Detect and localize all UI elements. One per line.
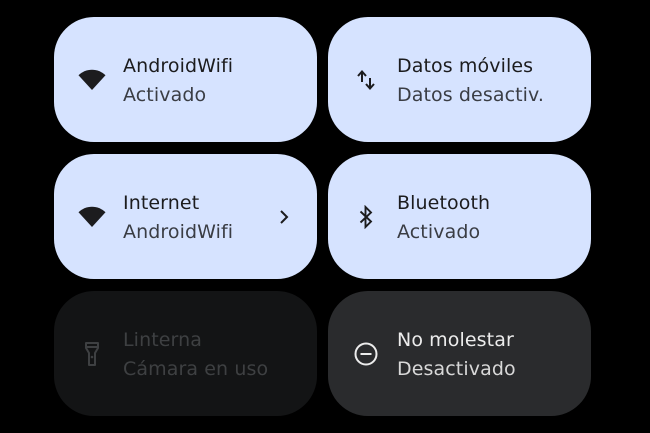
- do-not-disturb-tile-title: No molestar: [397, 329, 514, 351]
- wifi-icon: [78, 66, 106, 94]
- flashlight-tile-subtitle: Cámara en uso: [123, 358, 269, 380]
- bluetooth-tile-subtitle: Activado: [397, 221, 481, 243]
- flashlight-tile-text: Linterna Cámara en uso: [123, 327, 268, 382]
- do-not-disturb-tile-subtitle: Desactivado: [397, 358, 516, 380]
- mobile-data-tile-text: Datos móviles Datos desactiv.: [397, 53, 544, 108]
- quick-settings-grid: AndroidWifi Activado Datos móviles Datos…: [54, 17, 591, 416]
- mobile-data-tile-title: Datos móviles: [397, 55, 534, 77]
- flashlight-tile[interactable]: Linterna Cámara en uso: [54, 291, 317, 416]
- mobile-data-tile[interactable]: Datos móviles Datos desactiv.: [328, 17, 591, 142]
- internet-tile-subtitle: AndroidWifi: [123, 221, 234, 243]
- internet-tile[interactable]: Internet AndroidWifi: [54, 154, 317, 279]
- flashlight-icon: [78, 340, 106, 368]
- flashlight-tile-title: Linterna: [123, 329, 203, 351]
- bluetooth-tile-title: Bluetooth: [397, 192, 491, 214]
- wifi-tile-subtitle: Activado: [123, 84, 207, 106]
- do-not-disturb-icon: [352, 340, 380, 368]
- do-not-disturb-tile-text: No molestar Desactivado: [397, 327, 516, 382]
- wifi-icon: [78, 203, 106, 231]
- mobile-data-icon: [352, 66, 380, 94]
- bluetooth-icon: [352, 203, 380, 231]
- chevron-right-icon[interactable]: [277, 207, 291, 227]
- internet-tile-text: Internet AndroidWifi: [123, 190, 233, 245]
- bluetooth-tile[interactable]: Bluetooth Activado: [328, 154, 591, 279]
- wifi-tile-text: AndroidWifi Activado: [123, 53, 233, 108]
- wifi-tile-title: AndroidWifi: [123, 55, 234, 77]
- bluetooth-tile-text: Bluetooth Activado: [397, 190, 490, 245]
- do-not-disturb-tile[interactable]: No molestar Desactivado: [328, 291, 591, 416]
- wifi-tile[interactable]: AndroidWifi Activado: [54, 17, 317, 142]
- internet-tile-title: Internet: [123, 192, 200, 214]
- mobile-data-tile-subtitle: Datos desactiv.: [397, 84, 545, 106]
